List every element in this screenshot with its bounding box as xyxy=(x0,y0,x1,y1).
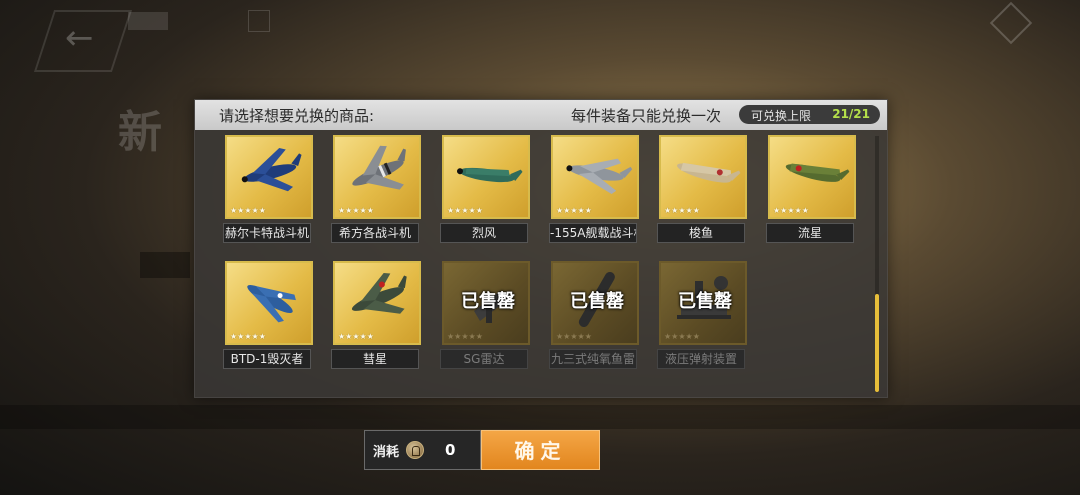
item-name: 梭鱼 xyxy=(657,223,745,243)
item-frame: ★★★★★ xyxy=(333,135,421,219)
diamond-icon xyxy=(989,1,1033,45)
scrollbar[interactable] xyxy=(875,136,879,392)
item-name: -155A舰载战斗机 xyxy=(549,223,637,243)
cost-label: 消耗 xyxy=(373,445,400,460)
background-sidebar-block xyxy=(140,252,190,278)
rarity-stars: ★★★★★ xyxy=(664,332,700,341)
plane-blue-icon xyxy=(233,271,307,327)
item-frame: ★★★★★ xyxy=(768,135,856,219)
rarity-stars: ★★★★★ xyxy=(338,332,374,341)
item-frame: ★★★★★ xyxy=(225,135,313,219)
item-frame: 已售罄 ★★★★★ xyxy=(442,261,530,345)
item-frame: ★★★★★ xyxy=(225,261,313,345)
item-name: 彗星 xyxy=(331,349,419,369)
plane-dark-green-icon xyxy=(341,271,415,327)
plane-green-icon xyxy=(450,145,524,201)
cost-value: 0 xyxy=(445,441,456,459)
item-name: 希方各战斗机 xyxy=(331,223,419,243)
limit-label: 可兑换上限 xyxy=(751,109,812,123)
plane-tan-icon xyxy=(667,145,741,201)
rarity-stars: ★★★★★ xyxy=(556,206,592,215)
plane-grey-striped-icon xyxy=(341,145,415,201)
item-name: 流星 xyxy=(766,223,854,243)
plane-olive-icon xyxy=(776,145,850,201)
sold-out-label: 已售罄 xyxy=(570,291,624,312)
item-name: 液压弹射装置 xyxy=(657,349,745,369)
plane-silver-icon xyxy=(559,145,633,201)
sold-out-label: 已售罄 xyxy=(461,291,515,312)
rarity-stars: ★★★★★ xyxy=(230,206,266,215)
panel-header: 请选择想要兑换的商品: 每件装备只能兑换一次 可兑换上限 21/21 xyxy=(195,100,887,130)
rarity-stars: ★★★★★ xyxy=(447,206,483,215)
item-grid: ★★★★★ 赫尔卡特战斗机 ★★★★★ 希方各战斗机 ★★★★★ 烈风 ★★★★… xyxy=(195,130,887,397)
notice-text: 每件装备只能兑换一次 xyxy=(571,107,722,125)
item-frame: 已售罄 ★★★★★ xyxy=(551,261,639,345)
rarity-stars: ★★★★★ xyxy=(773,206,809,215)
sold-out-label: 已售罄 xyxy=(678,291,732,312)
item-name: 烈风 xyxy=(440,223,528,243)
background-tab-icon xyxy=(248,10,270,32)
scrollbar-thumb[interactable] xyxy=(875,294,879,392)
rarity-stars: ★★★★★ xyxy=(447,332,483,341)
rarity-stars: ★★★★★ xyxy=(338,206,374,215)
medal-coin-icon xyxy=(406,441,424,459)
rarity-stars: ★★★★★ xyxy=(230,332,266,341)
background-tab xyxy=(128,12,168,30)
item-frame: 已售罄 ★★★★★ xyxy=(659,261,747,345)
background-strip xyxy=(0,405,1080,429)
item-name: BTD-1毁灭者 xyxy=(223,349,311,369)
item-frame: ★★★★★ xyxy=(551,135,639,219)
plane-navy-blue-icon xyxy=(233,145,307,201)
back-icon xyxy=(33,10,133,72)
background-title-blur: 新 xyxy=(118,107,162,158)
item-frame: ★★★★★ xyxy=(333,261,421,345)
rarity-stars: ★★★★★ xyxy=(556,332,592,341)
limit-value: 21/21 xyxy=(832,107,870,121)
exchange-limit-badge: 可兑换上限 21/21 xyxy=(739,105,880,124)
item-name: SG雷达 xyxy=(440,349,528,369)
confirm-button[interactable]: 确定 xyxy=(481,430,600,470)
item-frame: ★★★★★ xyxy=(659,135,747,219)
item-frame: ★★★★★ xyxy=(442,135,530,219)
rarity-stars: ★★★★★ xyxy=(664,206,700,215)
exchange-panel: 请选择想要兑换的商品: 每件装备只能兑换一次 可兑换上限 21/21 ★★★★★… xyxy=(194,99,888,398)
cost-display: 消耗 0 xyxy=(364,430,481,470)
item-name: 赫尔卡特战斗机 xyxy=(223,223,311,243)
item-name: 九三式纯氧鱼雷 xyxy=(549,349,637,369)
instruction-text: 请选择想要兑换的商品: xyxy=(219,107,375,125)
